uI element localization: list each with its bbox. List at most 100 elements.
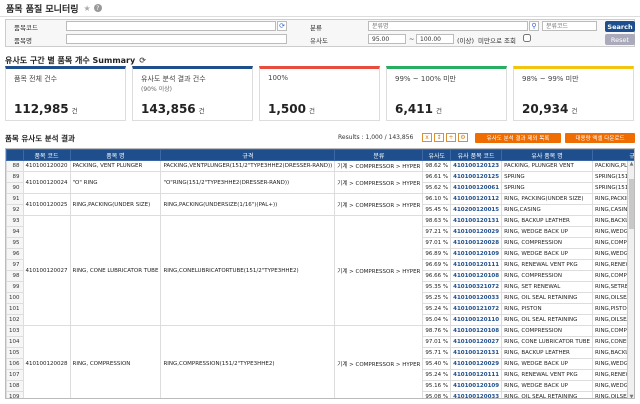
similar-item-code: 410100120131 <box>450 215 503 227</box>
table-row[interactable]: 89 410100120024 "O" RING "O"RING(151/2"TYPE… <box>6 171 634 194</box>
similar-item-code: 410100120131 <box>450 347 503 359</box>
row-number: 93 <box>6 215 24 227</box>
similar-item-code: 410200120015 <box>450 204 503 216</box>
card-total: 품목 전체 건수 112,985 건 <box>5 66 126 121</box>
item-code: 410100120024 <box>22 171 71 194</box>
similar-item-code: 410100121072 <box>450 303 503 315</box>
add-icon[interactable]: + <box>446 133 456 142</box>
row-number: 91 <box>6 193 24 205</box>
similarity-value: 95.45 % <box>422 204 452 216</box>
settings-icon[interactable]: ⚙ <box>458 133 468 142</box>
similarity-value: 98.76 % <box>422 325 452 337</box>
similarity-value: 95.71 % <box>422 347 452 359</box>
item-spec: "O"RING(151/2"TYPE3HHE2(DRESSER-RAND)) <box>160 171 336 194</box>
similarity-value: 96.61 % <box>422 171 452 183</box>
table-row[interactable]: 103 410100120028 RING, COMPRESSION RING,COM… <box>6 325 634 398</box>
item-name: RING,PACKING(UNDER SIZE) <box>69 193 162 216</box>
card-sub: (90% 이상) <box>141 86 172 93</box>
item-name-input[interactable] <box>66 34 287 44</box>
excel-download-button[interactable]: 대용량 엑셀 다운로드 <box>565 133 635 143</box>
column-header[interactable]: 품목 코드 <box>22 149 71 161</box>
item-name: RING, CONE LUBRICATOR TUBE <box>69 215 162 326</box>
category-code-input[interactable] <box>542 21 597 31</box>
similar-item-code: 410100120033 <box>450 292 503 304</box>
tilde: ~ <box>409 35 415 43</box>
table-row[interactable]: 88 410100120020 PACKING, VENT PLUNGER PACKI… <box>6 160 634 172</box>
scroll-thumb[interactable] <box>629 179 634 229</box>
card-label: 99% ~ 100% 미만 <box>395 75 456 83</box>
reset-button[interactable]: Reset <box>605 34 635 45</box>
card-label: 98% ~ 99% 미만 <box>522 75 579 83</box>
above-label: (이상) <box>457 37 475 45</box>
column-header[interactable]: 규 <box>591 149 634 161</box>
row-number: 95 <box>6 237 24 249</box>
similarity-value: 96.69 % <box>422 259 452 271</box>
similar-item-name: RING, WEDGE BACK UP <box>501 226 593 238</box>
card-value: 112,985 건 <box>14 102 78 116</box>
card-label: 100% <box>268 74 289 82</box>
exclude-list-button[interactable]: 유사도 분석 결과 제외 목록 <box>475 133 561 143</box>
table-row[interactable]: 93 410100120027 RING, CONE LUBRICATOR TUBE… <box>6 215 634 326</box>
similar-item-name: PACKING, PLUNGER VENT <box>501 160 593 172</box>
card-label: 유사도 분석 결과 건수 <box>141 75 206 83</box>
card-analysis: 유사도 분석 결과 건수 (90% 이상) 143,856 건 <box>132 66 253 121</box>
similar-item-name: SPRING <box>501 171 593 183</box>
card-99: 99% ~ 100% 미만 6,411 건 <box>386 66 507 121</box>
card-value: 143,856 건 <box>141 102 205 116</box>
excel-icon[interactable]: x <box>422 133 432 142</box>
similar-item-code: 410100120125 <box>450 171 503 183</box>
column-header[interactable]: 유사 품목 코드 <box>450 149 503 161</box>
help-icon[interactable]: ? <box>93 4 102 12</box>
column-header[interactable]: 규격 <box>160 149 336 161</box>
scroll-up-icon[interactable]: ▲ <box>628 161 634 167</box>
below-checkbox[interactable] <box>523 34 531 42</box>
row-number: 101 <box>6 303 24 315</box>
similarity-value: 98.63 % <box>422 215 452 227</box>
similar-item-code: 410100120123 <box>450 160 503 172</box>
similarity-value: 97.01 % <box>422 336 452 348</box>
row-number: 89 <box>6 171 24 183</box>
similar-item-name: RING, RENEWAL VENT PKG <box>501 369 593 381</box>
similarity-from-select[interactable] <box>368 34 406 44</box>
similar-item-code: 410100120112 <box>450 193 503 205</box>
scroll-down-icon[interactable]: ▼ <box>628 394 634 398</box>
row-number: 106 <box>6 358 24 370</box>
similarity-value: 95.04 % <box>422 314 452 326</box>
results-count: Results : 1,000 / 143,856 <box>338 134 414 141</box>
similarity-value: 96.10 % <box>422 193 452 205</box>
refresh-summary-icon[interactable]: ⟳ <box>139 56 146 65</box>
table-row[interactable]: 91 410100120025 RING,PACKING(UNDER SIZE) RI… <box>6 193 634 216</box>
item-spec: PACKING,VENTPLUNGER(151/2"TYPE3HHE2(DRES… <box>160 160 336 172</box>
summary-title: 유사도 구간 별 품목 개수 Summary ⟳ <box>5 55 146 66</box>
category-name-input[interactable] <box>368 21 528 31</box>
item-code-input[interactable] <box>66 21 276 31</box>
similar-item-code: 410100321072 <box>450 281 503 293</box>
column-header[interactable]: 유사 품목 명 <box>501 149 593 161</box>
similar-item-name: RING,CASING <box>501 204 593 216</box>
similar-item-code: 410100120110 <box>450 314 503 326</box>
item-code: 410100120028 <box>22 325 71 398</box>
star-icon[interactable]: ★ <box>84 4 91 13</box>
item-category: 기계 > COMPRESSOR > HYPER <box>334 325 424 398</box>
search-button[interactable]: Search <box>605 21 635 32</box>
similarity-value: 95.40 % <box>422 358 452 370</box>
card-value: 1,500 건 <box>268 102 315 116</box>
item-code: 410100120025 <box>22 193 71 216</box>
search-icon[interactable]: ⚲ <box>529 21 539 31</box>
similarity-value: 95.08 % <box>422 391 452 398</box>
item-spec: RING,COMPRESSION(151/2"TYPE3HHE2) <box>160 325 336 398</box>
column-header[interactable]: 품목 명 <box>69 149 162 161</box>
similar-item-name: RING, OIL SEAL RETAINING <box>501 314 593 326</box>
column-header[interactable]: 분류 <box>334 149 424 161</box>
row-number: 88 <box>6 160 24 172</box>
column-header[interactable]: 유사도 <box>422 149 452 161</box>
results-table: 품목 코드 품목 명 규격 분류 유사도 유사 품목 코드 유사 품목 명규 88 41010… <box>6 149 634 398</box>
sort-icon[interactable]: ↕ <box>434 133 444 142</box>
similar-item-name: RING, PACKING(UNDER SIZE) <box>501 193 593 205</box>
similarity-to-select[interactable] <box>416 34 454 44</box>
refresh-icon[interactable]: ⟳ <box>277 21 287 31</box>
item-code: 410100120020 <box>22 160 71 172</box>
item-category: 기계 > COMPRESSOR > HYPER <box>334 171 424 194</box>
column-header[interactable] <box>6 149 24 161</box>
vertical-scrollbar[interactable]: ▲ ▼ <box>627 161 634 398</box>
